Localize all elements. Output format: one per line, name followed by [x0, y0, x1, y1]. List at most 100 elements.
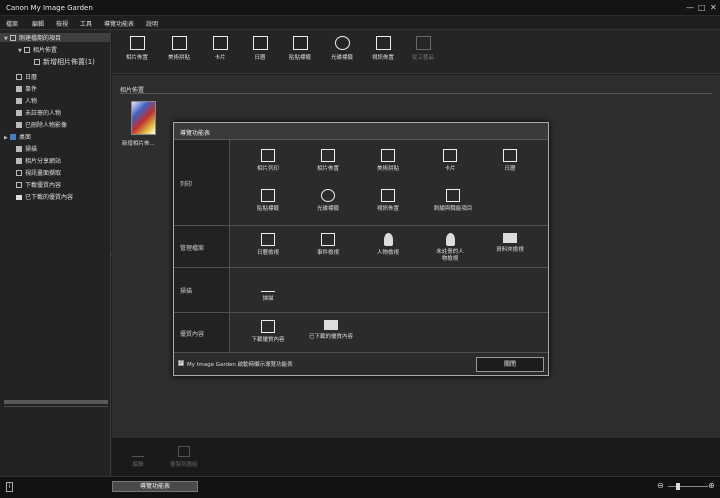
nav-people-view[interactable]: 人物檢視: [366, 233, 410, 257]
disc-icon: [334, 36, 350, 50]
toolbar-disc-button[interactable]: 光碟標籤: [327, 36, 357, 61]
layout-thumbnail[interactable]: [131, 101, 156, 135]
sidebar-item-downloaded[interactable]: 已下載的優質內容: [16, 192, 73, 201]
edit-button: 編輯: [132, 446, 144, 468]
zoom-out-icon[interactable]: ⊖: [657, 482, 664, 490]
sidebar-item-layout[interactable]: ▼ 相片佈置: [18, 45, 57, 54]
title-bar: Canon My Image Garden — □ ✕: [0, 0, 720, 16]
download-icon: [261, 320, 275, 333]
sidebar-item-recent[interactable]: ▼ 剛建檔期的項目: [0, 33, 110, 42]
nav-collage[interactable]: 美術拼貼: [366, 149, 410, 173]
video-capture-icon: [16, 170, 22, 176]
toolbar: 相片佈置 美術拼貼 卡片 日曆 貼貼標籤 光碟標籤 視訊佈置 從工藝品: [112, 30, 720, 74]
calendar-icon: [252, 36, 268, 50]
window-title: Canon My Image Garden: [6, 4, 93, 12]
nav-unregistered-view[interactable]: 未註冊的人物檢視: [428, 233, 472, 263]
toolbar-craft-button: 從工藝品: [408, 36, 438, 61]
nav-downloaded-premium[interactable]: 已下載的優質內容: [306, 320, 356, 341]
nav-scan[interactable]: 掃描: [246, 279, 290, 303]
toolbar-calendar-button[interactable]: 日曆: [245, 36, 275, 61]
nav-craft[interactable]: 刺繡與職能項目: [428, 189, 478, 213]
collage-icon: [381, 149, 395, 162]
sidebar-item-video-capture[interactable]: 視訊畫面擷取: [16, 168, 61, 177]
nav-sticker[interactable]: 貼貼標籤: [246, 189, 290, 213]
section-label: 掃描: [180, 288, 193, 295]
sidebar-item-scan[interactable]: 掃描: [16, 144, 37, 153]
nav-video-layout[interactable]: 視訊佈置: [366, 189, 410, 213]
nav-folder-view[interactable]: 資料夾檢視: [488, 233, 532, 254]
nav-download-premium[interactable]: 下載優質內容: [246, 320, 290, 344]
minimize-icon[interactable]: —: [686, 4, 694, 12]
section-label: 優質內容: [180, 330, 205, 338]
dialog-close-button[interactable]: 關閉: [476, 357, 544, 372]
zoom-in-icon[interactable]: ⊕: [708, 482, 715, 490]
toolbar-layout-button[interactable]: 相片佈置: [122, 36, 152, 61]
menu-file[interactable]: 檔案: [6, 19, 18, 28]
nav-photo-print[interactable]: 相片列印: [246, 149, 290, 173]
calendar-icon: [16, 74, 22, 80]
folder-icon: [16, 195, 22, 200]
menu-help[interactable]: 說明: [146, 19, 158, 28]
card-icon: [212, 36, 228, 50]
close-icon[interactable]: ✕: [710, 4, 717, 12]
sidebar-item-calendar[interactable]: 日曆: [16, 72, 37, 81]
menu-bar: 檔案 編輯 檢視 工具 導覽功能表 說明: [0, 16, 720, 30]
sidebar-item-new-layout[interactable]: 新增相片佈置(1): [34, 57, 95, 66]
sidebar: ▼ 剛建檔期的項目 ▼ 相片佈置 新增相片佈置(1) 日曆 事件 人物 未註冊的人物…: [0, 30, 111, 476]
toolbar-collage-button[interactable]: 美術拼貼: [164, 36, 194, 61]
folder-icon: [324, 320, 338, 330]
toolbar-video-layout-button[interactable]: 視訊佈置: [368, 36, 398, 61]
menu-tools[interactable]: 工具: [80, 19, 92, 28]
nav-calendar-view[interactable]: 日曆檢視: [246, 233, 290, 257]
nav-event-view[interactable]: 事件檢視: [306, 233, 350, 257]
event-icon: [321, 233, 335, 246]
sidebar-item-unregistered[interactable]: 未註冊的人物: [16, 108, 61, 117]
content-divider: [120, 93, 712, 94]
checklist-icon: [10, 35, 16, 41]
download-icon: [16, 182, 22, 188]
menu-navigation[interactable]: 導覽功能表: [104, 19, 134, 28]
startup-checkbox[interactable]: ✓: [178, 360, 184, 366]
section-manage: 管理檔案 日曆檢視 事件檢視 人物檢視 未註冊的人物檢視 資料夾檢視: [174, 226, 548, 268]
sidebar-item-download[interactable]: 下載優質內容: [16, 180, 61, 189]
zoom-slider-handle[interactable]: [676, 483, 680, 490]
deleted-person-icon: [16, 122, 22, 128]
calendar-icon: [261, 233, 275, 246]
person-icon: [383, 233, 393, 246]
sidebar-item-share[interactable]: 相片分享網站: [16, 156, 61, 165]
thumbnail-label: 新增相片佈...: [122, 141, 155, 147]
nav-disc-label[interactable]: 光碟標籤: [306, 189, 350, 213]
sidebar-item-deleted[interactable]: 已刪除人物影像: [16, 120, 67, 129]
craft-icon: [446, 189, 460, 202]
calendar-icon: [503, 149, 517, 162]
unregistered-person-icon: [16, 110, 22, 116]
info-icon[interactable]: i: [6, 482, 13, 492]
nav-calendar[interactable]: 日曆: [488, 149, 532, 173]
nav-card[interactable]: 卡片: [428, 149, 472, 173]
share-icon: [16, 158, 22, 164]
scan-icon: [16, 146, 22, 152]
layout-icon: [129, 36, 145, 50]
copy-to-group-button: 複製到圖組: [170, 446, 198, 468]
sticker-icon: [261, 189, 275, 202]
sidebar-scrollbar[interactable]: [4, 400, 108, 404]
sidebar-item-desktop[interactable]: ▶ 桌面: [4, 132, 31, 141]
nav-layout[interactable]: 相片佈置: [306, 149, 350, 173]
toolbar-card-button[interactable]: 卡片: [205, 36, 235, 61]
zoom-slider[interactable]: [668, 486, 708, 487]
document-icon: [34, 59, 40, 65]
folder-icon: [503, 233, 517, 243]
dialog-footer: ✓ My Image Garden 啟動時顯示導覽功能表 關閉: [174, 354, 548, 376]
craft-icon: [415, 36, 431, 50]
sidebar-item-people[interactable]: 人物: [16, 96, 37, 105]
menu-edit[interactable]: 編輯: [32, 19, 44, 28]
toolbar-sticker-button[interactable]: 貼貼標籤: [285, 36, 315, 61]
video-layout-icon: [381, 189, 395, 202]
dialog-title: 導覽功能表: [174, 123, 548, 140]
video-layout-icon: [375, 36, 391, 50]
sidebar-item-event[interactable]: 事件: [16, 84, 37, 93]
menu-view[interactable]: 檢視: [56, 19, 68, 28]
navigation-menu-button[interactable]: 導覽功能表: [112, 481, 198, 492]
maximize-icon[interactable]: □: [698, 4, 706, 12]
card-icon: [443, 149, 457, 162]
